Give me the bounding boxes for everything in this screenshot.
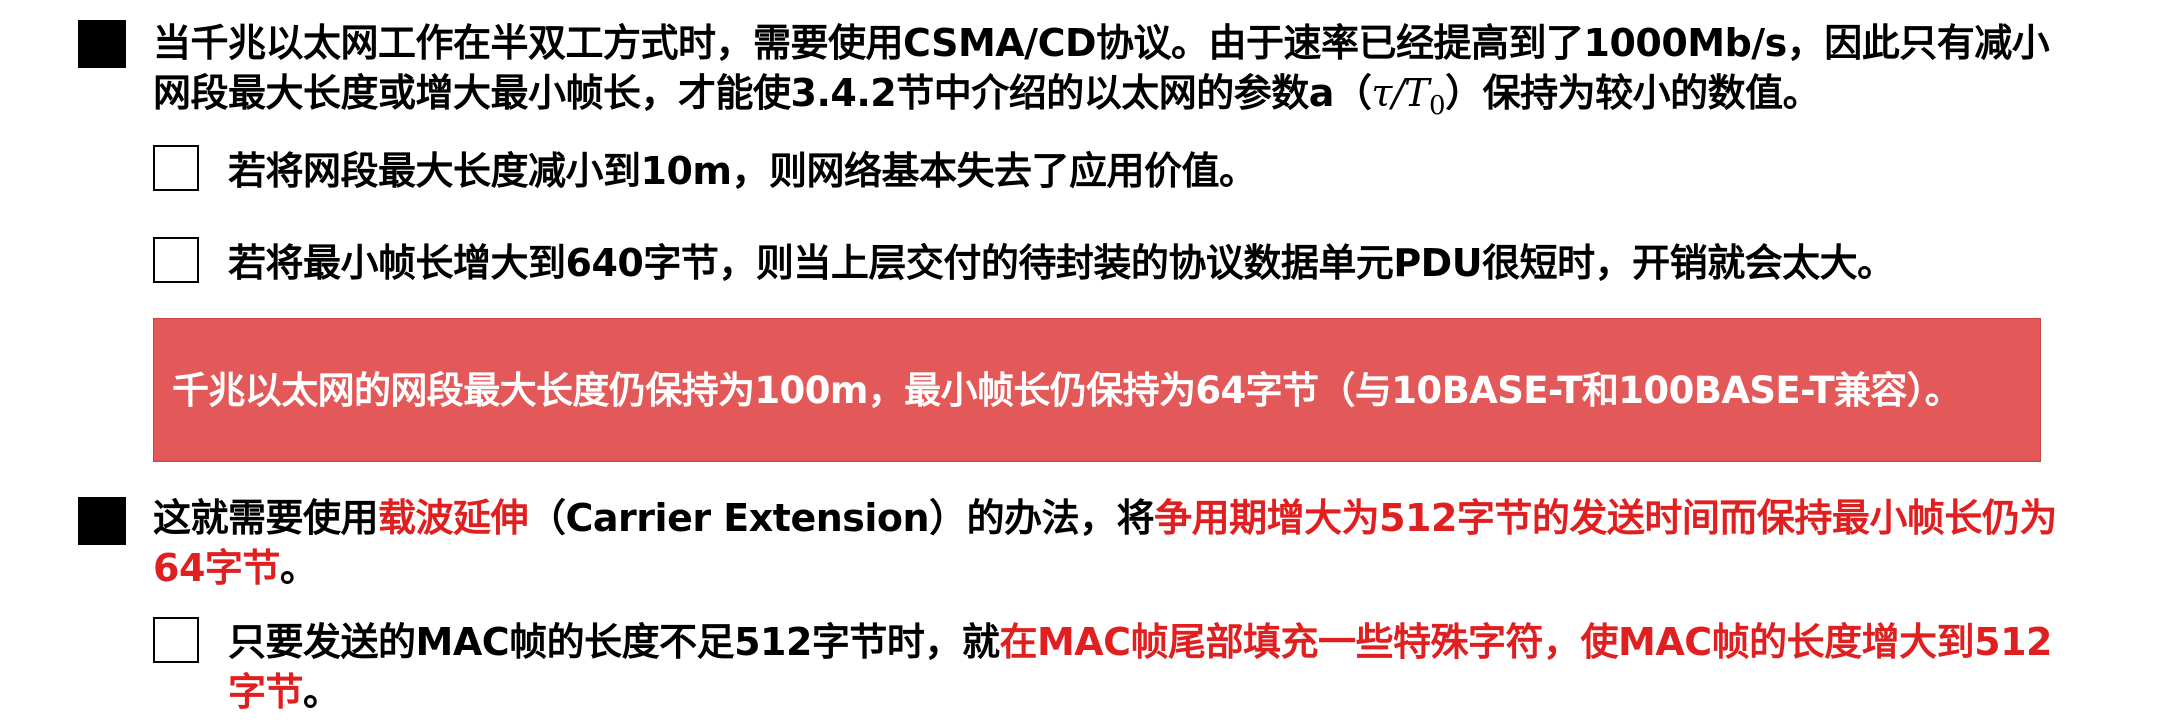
section1-sub1: 若将网段最大长度减小到10m，则网络基本失去了应用价值。	[228, 146, 1257, 196]
section1-line2-prefix: 网段最大长度或增大最小帧长，才能使3.4.2节中介绍的以太网的参数a（	[153, 71, 1372, 115]
section2-red-clause: 争用期增大为512字节的发送时间而保持最小帧长仍为	[1154, 496, 2057, 540]
section2-text-b: （Carrier Extension）的办法，将	[528, 496, 1155, 540]
sub2-checkbox-icon	[153, 237, 199, 283]
section2-sub1-text-a: 只要发送的MAC帧的长度不足512字节时，就	[228, 620, 1000, 664]
highlight-box: 千兆以太网的网段最大长度仍保持为100m，最小帧长仍保持为64字节（与10BAS…	[153, 318, 2041, 462]
section2-period: 。	[279, 546, 318, 590]
section2-sub1-line1: 只要发送的MAC帧的长度不足512字节时，就在MAC帧尾部填充一些特殊字符，使M…	[228, 617, 2052, 667]
sub1-checkbox-icon	[153, 145, 199, 191]
carrier-extension-term: 载波延伸	[378, 496, 529, 540]
section1-line1: 当千兆以太网工作在半双工方式时，需要使用CSMA/CD协议。由于速率已经提高到了…	[153, 18, 2050, 68]
sub3-checkbox-icon	[153, 617, 199, 663]
section2-line1: 这就需要使用载波延伸（Carrier Extension）的办法，将争用期增大为…	[153, 493, 2057, 543]
section1-sub1-text: 若将网段最大长度减小到10m，则网络基本失去了应用价值。	[228, 149, 1257, 193]
section1-sub2: 若将最小帧长增大到640字节，则当上层交付的待封装的协议数据单元PDU很短时，开…	[228, 238, 1895, 288]
section1-line1-text: 当千兆以太网工作在半双工方式时，需要使用CSMA/CD协议。由于速率已经提高到了…	[153, 21, 2050, 65]
section2-sub1-red: 在MAC帧尾部填充一些特殊字符，使MAC帧的长度增大到512	[999, 620, 2052, 664]
section2-text-a: 这就需要使用	[153, 496, 379, 540]
section2-sub1-red2: 字节	[228, 670, 304, 714]
section2-sub1-period: 。	[303, 670, 341, 714]
section2-bullet-icon	[78, 497, 126, 545]
section2-line2: 64字节。	[153, 543, 318, 593]
tau-formula: τ/T0	[1371, 71, 1445, 121]
tau-formula-subscript: 0	[1429, 91, 1446, 121]
section1-sub2-text: 若将最小帧长增大到640字节，则当上层交付的待封装的协议数据单元PDU很短时，开…	[228, 241, 1895, 285]
section1-line2-suffix: ）保持为较小的数值。	[1445, 71, 1821, 115]
highlight-text: 千兆以太网的网段最大长度仍保持为100m，最小帧长仍保持为64字节（与10BAS…	[172, 369, 1962, 412]
section1-bullet-icon	[78, 20, 126, 68]
section1-line2: 网段最大长度或增大最小帧长，才能使3.4.2节中介绍的以太网的参数a（τ/T0）…	[153, 68, 1821, 131]
section2-sub1-line2: 字节。	[228, 667, 341, 717]
tau-formula-text: τ/T	[1371, 71, 1430, 115]
section2-red-bytes: 64字节	[153, 546, 280, 590]
